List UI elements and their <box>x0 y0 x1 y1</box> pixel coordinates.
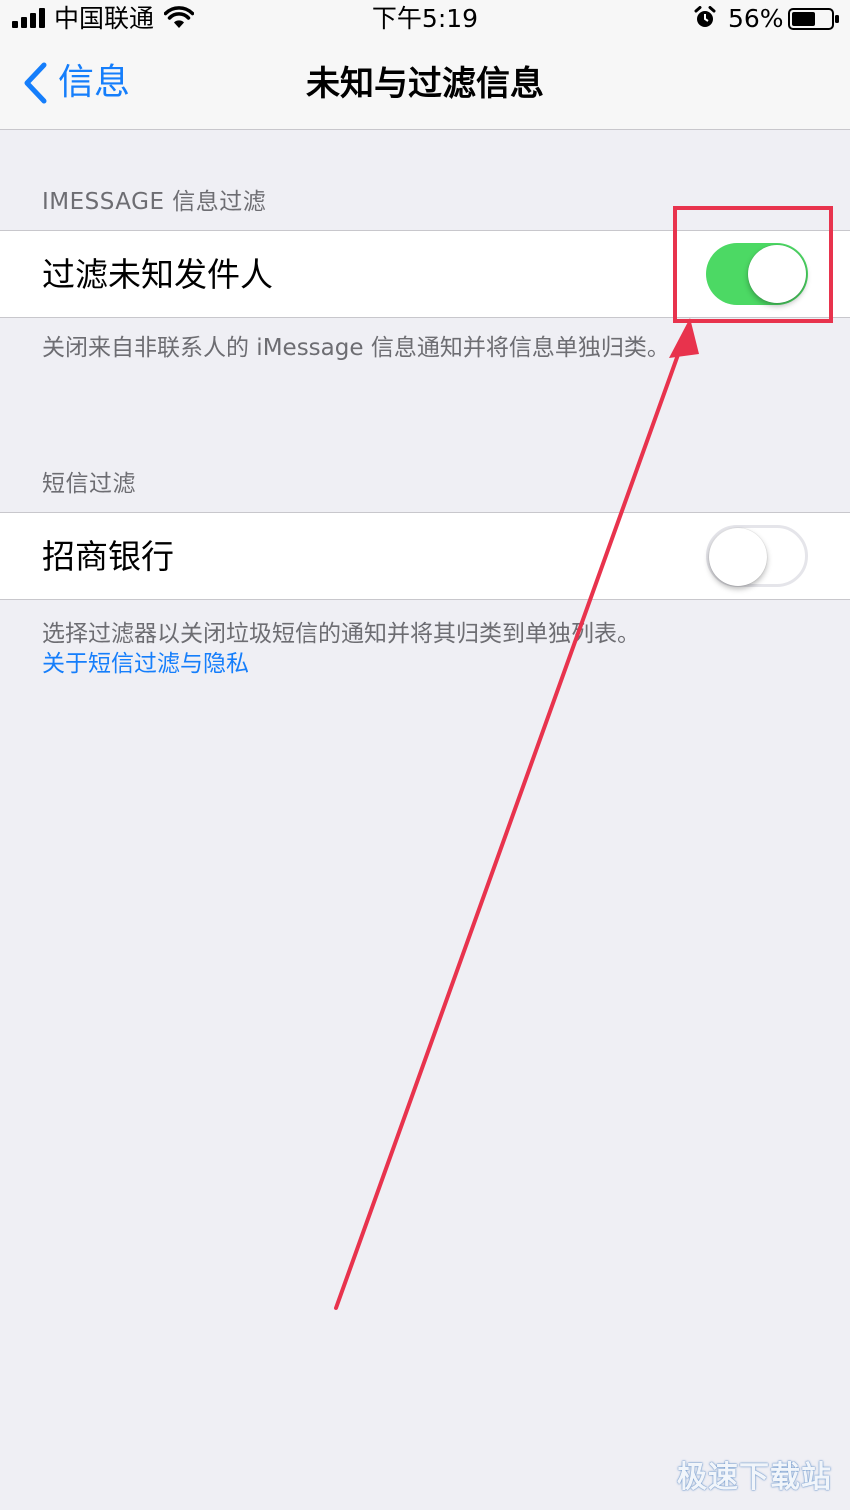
status-time: 下午5:19 <box>371 4 479 33</box>
filter-unknown-senders-label: 过滤未知发件人 <box>42 255 273 294</box>
sms-filter-app-label: 招商银行 <box>42 537 174 576</box>
filter-unknown-senders-toggle[interactable] <box>706 243 808 305</box>
alarm-icon <box>694 6 716 27</box>
section-header-imessage: IMESSAGE 信息过滤 <box>42 189 267 215</box>
toggle-knob <box>748 245 806 303</box>
navigation-bar: 信息 未知与过滤信息 <box>0 40 850 130</box>
sms-filter-app-toggle[interactable] <box>706 525 808 587</box>
status-bar: 中国联通 下午5:19 56% <box>0 0 850 40</box>
watermark: 极速下载站 <box>677 1460 832 1495</box>
sms-filter-privacy-link[interactable]: 关于短信过滤与隐私 <box>42 649 249 679</box>
section-header-sms: 短信过滤 <box>42 471 136 497</box>
page-title: 未知与过滤信息 <box>306 64 544 104</box>
battery-icon <box>788 8 839 30</box>
imessage-filter-description: 关闭来自非联系人的 iMessage 信息通知并将信息单独归类。 <box>42 335 670 361</box>
sms-filter-description: 选择过滤器以关闭垃圾短信的通知并将其归类到单独列表。 <box>42 621 640 647</box>
toggle-knob <box>709 528 767 586</box>
annotation-arrow-line <box>334 336 686 1310</box>
filter-unknown-senders-row: 过滤未知发件人 <box>0 230 850 318</box>
battery-percent: 56% <box>728 4 784 33</box>
annotation-overlay <box>334 206 833 1310</box>
sms-filter-app-row: 招商银行 <box>0 512 850 600</box>
